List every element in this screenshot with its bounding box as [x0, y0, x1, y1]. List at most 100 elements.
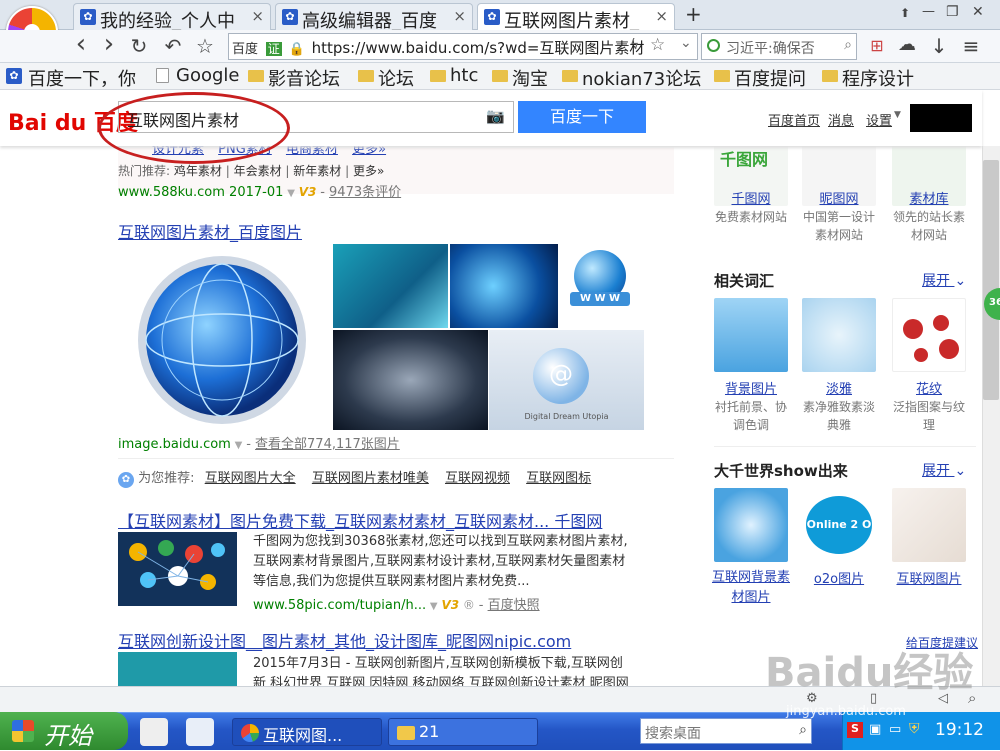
undo-close-button[interactable]: ↶	[160, 34, 186, 58]
cloud-icon[interactable]: ☁	[894, 34, 920, 55]
elegant-thumb[interactable]	[802, 298, 876, 372]
taskbar-browser-window[interactable]: 互联网图...	[232, 718, 382, 746]
recommend-link[interactable]: 互联网图片大全	[205, 471, 296, 486]
show-link[interactable]: 互联网图片	[884, 568, 974, 587]
tag-link[interactable]: 年会素材	[234, 164, 282, 178]
expand-show[interactable]: 展开 ⌄	[922, 460, 966, 480]
expand-label: 展开	[922, 463, 950, 479]
scrollbar-thumb[interactable]	[983, 160, 999, 400]
snapshot-link[interactable]: 百度快照	[488, 598, 540, 613]
o2o-thumb[interactable]: Online 2 O	[802, 488, 876, 562]
caret-down-icon[interactable]: ▼	[287, 188, 295, 199]
bookmark-item[interactable]: Google	[154, 65, 239, 86]
result-title-58pic[interactable]: 【互联网素材】图片免费下载_互联网素材素材_互联网素材... 千图网	[118, 508, 602, 532]
minimize-button[interactable]: —	[922, 4, 935, 19]
caret-down-icon[interactable]: ▼	[235, 440, 243, 451]
settings-link[interactable]: 设置	[866, 110, 892, 129]
bookmark-folder[interactable]: 论坛	[356, 65, 414, 91]
image-result-title[interactable]: 互联网图片素材_百度图片	[118, 219, 302, 243]
search-icon[interactable]: ⌕	[844, 37, 852, 53]
bookmark-folder[interactable]: 淘宝	[490, 65, 548, 91]
messages-link[interactable]: 消息	[828, 110, 854, 129]
maximize-button[interactable]: ❐	[946, 4, 959, 20]
digital-dream-image[interactable]: @ Digital Dream Utopia	[489, 330, 644, 430]
camera-icon[interactable]: 📷	[486, 107, 505, 125]
show-link[interactable]: o2o图片	[794, 568, 884, 587]
view-all-images-link[interactable]: 查看全部774,117张图片	[255, 437, 400, 452]
pattern-thumb[interactable]	[892, 298, 966, 372]
network-map-image[interactable]	[333, 330, 488, 430]
result-title-nipic[interactable]: 互联网创新设计图__图片素材_其他_设计图库_昵图网nipic.com	[118, 628, 571, 652]
pin-icon[interactable]: ⬆	[900, 6, 910, 20]
bookmark-folder[interactable]: 程序设计	[820, 65, 914, 91]
tab-internet-images[interactable]: ✿ 互联网图片素材_ ×	[477, 3, 675, 30]
bookmark-folder[interactable]: nokian73论坛	[560, 65, 701, 91]
shield-icon[interactable]: ⛨	[909, 721, 920, 737]
www-globe-image[interactable]: W W W	[560, 244, 644, 328]
quicklaunch-icon[interactable]	[140, 718, 168, 746]
address-bar[interactable]: 百度 证 🔒 https://www.baidu.com/s?wd=互联网图片素…	[228, 33, 698, 60]
site-link[interactable]: 素材库	[884, 188, 974, 207]
tab-advanced-editor[interactable]: ✿ 高级编辑器_百度 ×	[275, 3, 473, 30]
bookmark-folder[interactable]: 影音论坛	[246, 65, 340, 91]
site-link[interactable]: 昵图网	[794, 188, 884, 207]
registered-icon[interactable]: ®	[463, 598, 475, 612]
user-avatar[interactable]	[910, 104, 972, 132]
v3-badge[interactable]: V3	[441, 598, 459, 612]
keyboard-image[interactable]	[333, 244, 448, 328]
network-icon[interactable]: ▣	[869, 722, 881, 737]
show-link[interactable]: 互联网背景素材图片	[706, 568, 796, 608]
tag-link[interactable]: 更多»	[353, 164, 384, 178]
v3-badge[interactable]: V3	[299, 185, 317, 199]
search-button[interactable]: 百度一下	[518, 101, 646, 133]
display-icon[interactable]: ▭	[889, 722, 901, 737]
baidu-home-link[interactable]: 百度首页	[768, 110, 820, 129]
favorite-star-icon[interactable]: ☆	[192, 34, 218, 58]
chevron-down-icon[interactable]: ⌄	[680, 35, 692, 51]
internet-background-thumb[interactable]	[714, 488, 788, 562]
search-input[interactable]: 习近平:确保否 ⌕	[701, 33, 857, 60]
globe-image[interactable]	[118, 244, 332, 430]
apps-grid-icon[interactable]: ⊞	[864, 36, 890, 55]
tag-link[interactable]: 鸡年素材	[174, 164, 222, 178]
download-icon[interactable]: ↓	[926, 34, 952, 58]
recommend-link[interactable]: 互联网图片素材唯美	[312, 471, 429, 486]
close-tab-icon[interactable]: ×	[251, 7, 264, 25]
reviews-link[interactable]: 9473条评价	[329, 185, 401, 200]
related-link[interactable]: 背景图片	[706, 378, 796, 397]
antivirus-icon[interactable]: S	[847, 722, 863, 738]
result-thumbnail[interactable]	[118, 532, 237, 606]
back-button[interactable]: ‹	[68, 29, 94, 59]
caret-down-icon[interactable]: ▼	[430, 601, 438, 612]
site-desc: 免费素材网站	[714, 210, 787, 224]
taskbar-folder-window[interactable]: 21	[388, 718, 538, 746]
desktop-search-input[interactable]: 搜索桌面 ⌕	[640, 718, 812, 744]
world-map-image[interactable]	[450, 244, 558, 328]
lightning-icon[interactable]: ϟ	[630, 37, 639, 53]
recommend-link[interactable]: 互联网视频	[445, 471, 510, 486]
new-tab-button[interactable]: +	[685, 2, 702, 26]
bookmark-item[interactable]: ✿ 百度一下，你	[6, 65, 136, 91]
background-image-thumb[interactable]	[714, 298, 788, 372]
start-button[interactable]: 开始	[0, 712, 128, 750]
reload-button[interactable]: ↻	[126, 34, 152, 58]
expand-related[interactable]: 展开 ⌄	[922, 270, 966, 290]
bookmark-folder[interactable]: htc	[428, 65, 478, 86]
forward-button[interactable]: ›	[96, 29, 122, 59]
search-icon[interactable]: ⌕	[799, 722, 807, 738]
close-tab-icon[interactable]: ×	[453, 7, 466, 25]
hand-touch-thumb[interactable]	[892, 488, 966, 562]
related-link[interactable]: 花纹	[884, 378, 974, 397]
menu-icon[interactable]: ≡	[958, 34, 984, 58]
related-link[interactable]: 淡雅	[794, 378, 884, 397]
tab-my-experience[interactable]: ✿ 我的经验_个人中 ×	[73, 3, 271, 30]
site-link[interactable]: 千图网	[706, 188, 796, 207]
tag-link[interactable]: 新年素材	[293, 164, 341, 178]
quicklaunch-ie-icon[interactable]	[186, 718, 214, 746]
result-thumbnail[interactable]	[118, 652, 237, 686]
recommend-link[interactable]: 互联网图标	[526, 471, 591, 486]
bookmark-folder[interactable]: 百度提问	[712, 65, 806, 91]
close-window-button[interactable]: ✕	[972, 4, 984, 20]
close-tab-icon[interactable]: ×	[655, 7, 668, 25]
bookmark-star-icon[interactable]: ☆	[650, 35, 665, 55]
